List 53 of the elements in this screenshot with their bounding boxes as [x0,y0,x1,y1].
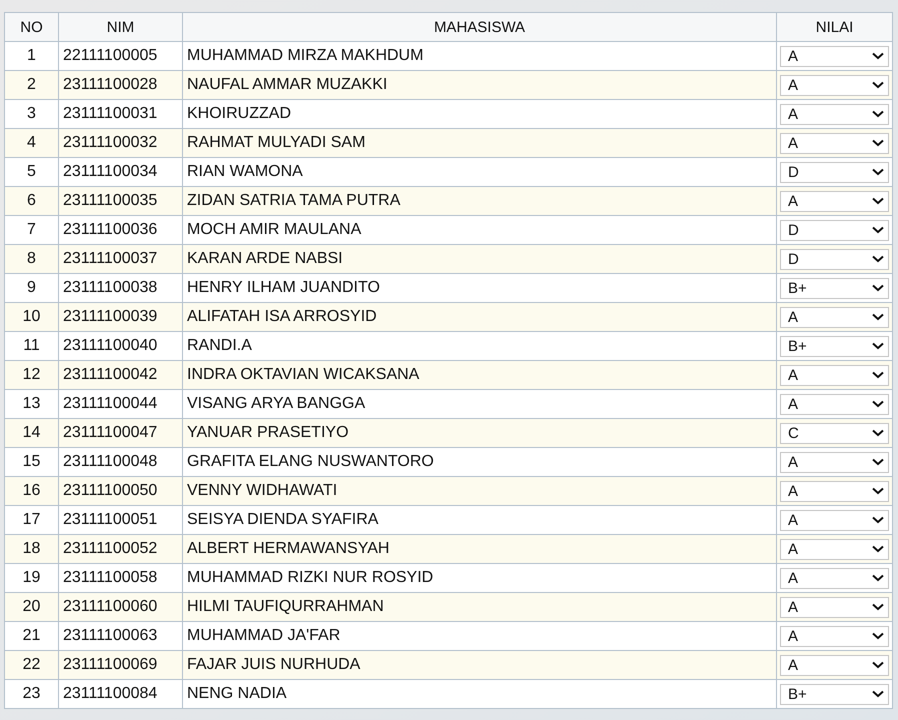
grade-select[interactable]: B+ [780,336,889,356]
chevron-down-icon [872,139,884,147]
grade-select[interactable]: D [780,162,889,182]
column-header: NO [4,12,58,42]
grade-select[interactable]: A [780,394,889,414]
grade-select[interactable]: A [780,654,889,676]
chevron-down-icon [872,603,884,611]
table-cell: 23 [4,680,58,708]
chevron-down-icon [872,284,884,292]
chevron-down-icon [872,52,884,60]
chevron-down-icon [872,342,884,350]
grade-select[interactable]: A [780,538,889,560]
grade-select[interactable]: D [780,220,889,240]
grade-select[interactable]: A [780,452,889,472]
grade-select[interactable]: B+ [780,278,889,298]
grade-select[interactable]: A [780,46,889,66]
grade-select[interactable]: A [780,306,889,328]
column-header: NILAI [776,12,892,42]
grade-select[interactable]: C [780,422,889,444]
chevron-down-icon [872,400,884,408]
chevron-down-icon [872,429,884,437]
column-header: NIM [58,12,182,42]
grade-select[interactable]: A [780,510,889,530]
chevron-down-icon [872,255,884,263]
chevron-down-icon [872,661,884,669]
chevron-down-icon [872,168,884,176]
grade-select[interactable]: A [780,626,889,646]
table-cell: NENG NADIA [182,680,776,708]
chevron-down-icon [872,458,884,466]
grade-select[interactable]: A [780,480,889,502]
grade-select[interactable]: A [780,568,889,588]
table-cell: 23111100084 [58,680,182,708]
chevron-down-icon [872,313,884,321]
grade-select[interactable]: A [780,104,889,124]
grade-select[interactable]: A [780,74,889,96]
chevron-down-icon [872,81,884,89]
chevron-down-icon [872,110,884,118]
chevron-down-icon [872,516,884,524]
chevron-down-icon [872,632,884,640]
grade-select[interactable]: A [780,596,889,618]
grade-select[interactable]: B+ [780,684,889,704]
chevron-down-icon [872,487,884,495]
chevron-down-icon [872,197,884,205]
grade-select[interactable]: D [780,248,889,270]
chevron-down-icon [872,545,884,553]
chevron-down-icon [872,574,884,582]
grade-select[interactable]: A [780,364,889,386]
column-header: MAHASISWA [182,12,776,42]
chevron-down-icon [872,226,884,234]
chevron-down-icon [872,371,884,379]
chevron-down-icon [872,690,884,698]
grade-select[interactable]: A [780,132,889,154]
grade-select[interactable]: A [780,190,889,212]
